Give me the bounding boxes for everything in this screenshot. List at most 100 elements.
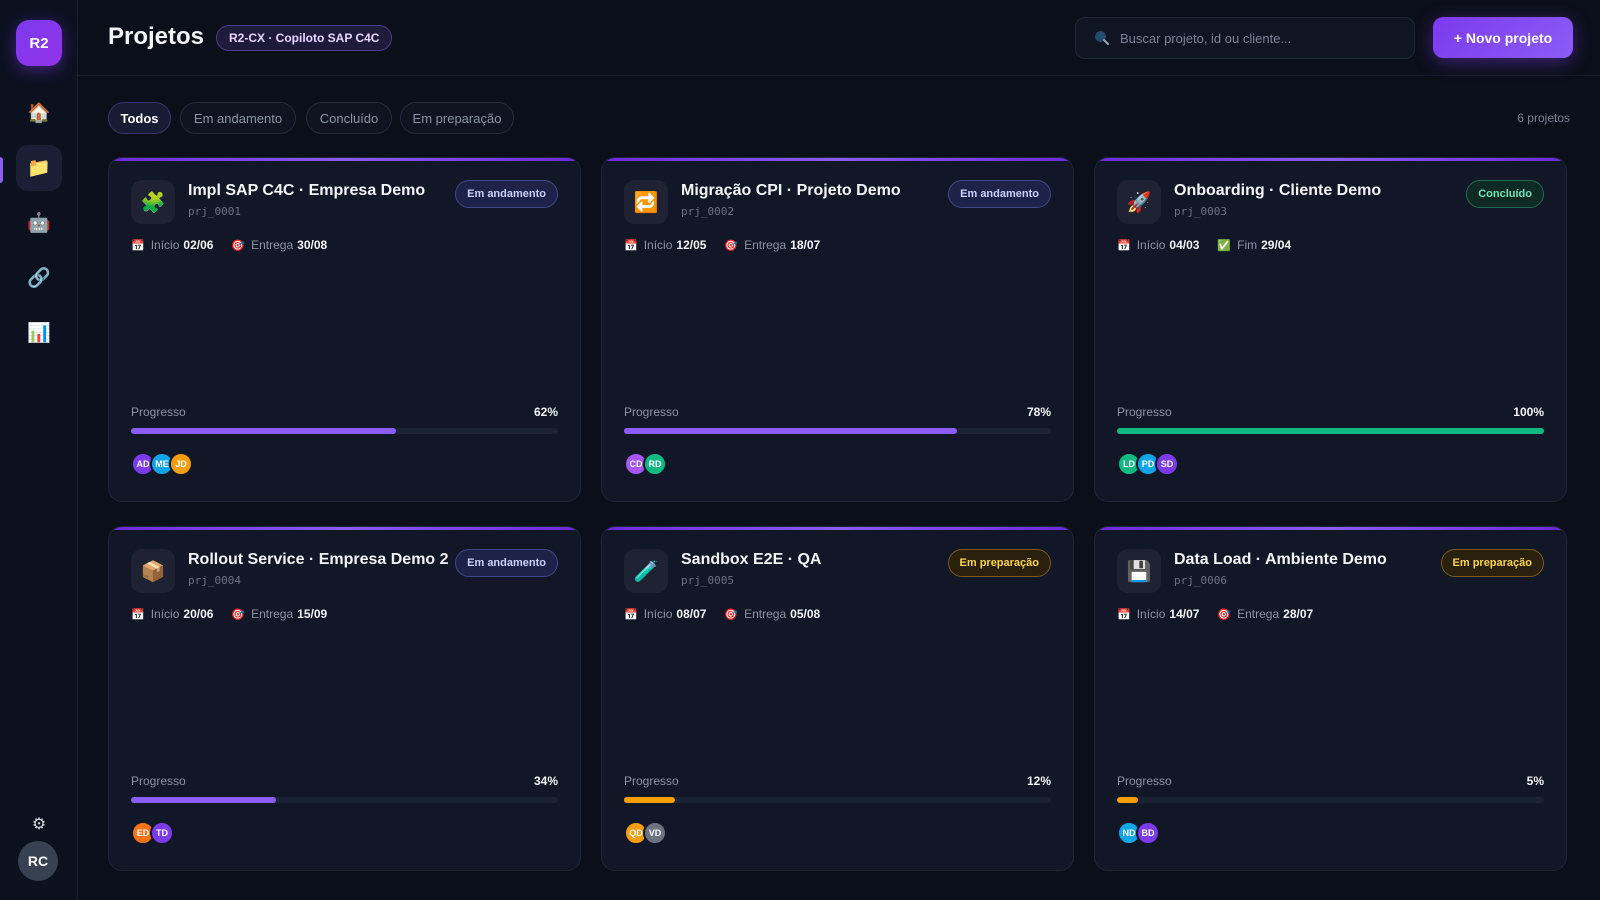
project-title[interactable]: Data Load · Ambiente Demo (1174, 551, 1387, 569)
sidebar-item-link[interactable]: 🔗 (16, 255, 62, 301)
calendar-icon: 📅 (624, 239, 638, 252)
end-label: Entrega (744, 607, 787, 621)
calendar-icon: 📅 (131, 239, 145, 252)
project-dates: 📅 Início 14/07 🎯 Entrega 28/07 (1117, 607, 1331, 621)
member-avatar[interactable]: JD (169, 452, 193, 476)
project-card[interactable]: 🧪 Sandbox E2E · QA prj_0005 Em preparaçã… (601, 526, 1074, 871)
member-avatars: AD ME JD (131, 452, 193, 476)
progress-label: Progresso (131, 774, 186, 788)
sidebar-item-folder[interactable]: 📁 (16, 145, 62, 191)
calendar-icon: 📅 (1117, 608, 1131, 621)
search-box[interactable] (1075, 17, 1415, 59)
member-avatar[interactable]: RD (643, 452, 667, 476)
project-count: 6 projetos (1517, 111, 1570, 125)
app-logo[interactable]: R2 (16, 20, 62, 66)
search-input[interactable] (1120, 18, 1400, 58)
test-tube-icon: 🧪 (624, 549, 668, 593)
status-badge: Concluído (1466, 180, 1544, 208)
progress-fill (1117, 428, 1544, 434)
context-badge[interactable]: R2-CX · Copiloto SAP C4C (216, 25, 393, 51)
project-id: prj_0004 (188, 574, 241, 587)
progress-fill (131, 428, 396, 434)
start-label: Início (643, 607, 673, 621)
status-badge: Em andamento (455, 549, 558, 577)
progress-bar (624, 428, 1051, 434)
project-dates: 📅 Início 02/06 🎯 Entrega 30/08 (131, 238, 345, 252)
project-title[interactable]: Migração CPI · Projeto Demo (681, 182, 901, 200)
progress-value: 5% (1526, 774, 1544, 788)
start-date: 14/07 (1169, 607, 1200, 621)
nav-active-indicator (0, 157, 3, 183)
settings-icon[interactable]: ⚙ (29, 814, 49, 834)
progress-bar (131, 797, 558, 803)
new-project-button[interactable]: + Novo projeto (1433, 17, 1573, 58)
progress-value: 78% (1026, 405, 1051, 419)
status-badge: Em andamento (948, 180, 1051, 208)
member-avatar[interactable]: VD (643, 821, 667, 845)
member-avatar[interactable]: SD (1155, 452, 1179, 476)
project-card[interactable]: 🧩 Impl SAP C4C · Empresa Demo prj_0001 E… (108, 157, 581, 502)
progress-fill (1117, 797, 1139, 803)
calendar-icon: 📅 (624, 608, 638, 621)
end-date: 05/08 (790, 607, 821, 621)
progress-value: 100% (1513, 405, 1544, 419)
progress-fill (131, 797, 277, 803)
home-icon: 🏠 (27, 103, 51, 124)
member-avatar[interactable]: TD (150, 821, 174, 845)
project-title[interactable]: Rollout Service · Empresa Demo 2 (188, 551, 449, 569)
filter-concluido[interactable]: Concluído (306, 102, 392, 134)
filter-em-andamento[interactable]: Em andamento (180, 102, 296, 134)
start-date: 12/05 (676, 238, 707, 252)
member-avatar[interactable]: BD (1136, 821, 1160, 845)
chart-icon: 📊 (27, 323, 51, 344)
check-icon: ✅ (1217, 239, 1232, 252)
progress-fill (624, 797, 676, 803)
project-title[interactable]: Sandbox E2E · QA (681, 551, 821, 569)
start-label: Início (1136, 238, 1166, 252)
sidebar-item-robot[interactable]: 🤖 (16, 200, 62, 246)
progress-bar (1117, 797, 1544, 803)
progress-fill (624, 428, 958, 434)
package-icon: 📦 (131, 549, 175, 593)
project-card[interactable]: 💾 Data Load · Ambiente Demo prj_0006 Em … (1094, 526, 1567, 871)
page-title: Projetos (108, 23, 205, 50)
folder-icon: 📁 (27, 158, 51, 179)
end-label: Fim (1237, 238, 1258, 252)
project-title[interactable]: Onboarding · Cliente Demo (1174, 182, 1381, 200)
end-date: 29/04 (1261, 238, 1292, 252)
sidebar-item-chart[interactable]: 📊 (16, 310, 62, 356)
filter-em-preparacao[interactable]: Em preparação (400, 102, 514, 134)
target-icon: 🎯 (231, 239, 246, 252)
project-card[interactable]: 🚀 Onboarding · Cliente Demo prj_0003 Con… (1094, 157, 1567, 502)
progress-bar (624, 797, 1051, 803)
sidebar-item-home[interactable]: 🏠 (16, 90, 62, 136)
progress-value: 62% (533, 405, 558, 419)
project-card[interactable]: 📦 Rollout Service · Empresa Demo 2 prj_0… (108, 526, 581, 871)
project-id: prj_0002 (681, 205, 734, 218)
project-id: prj_0006 (1174, 574, 1227, 587)
project-title[interactable]: Impl SAP C4C · Empresa Demo (188, 182, 425, 200)
sidebar: R2 🏠 📁 🤖 🔗 📊 ⚙ RC (0, 0, 78, 900)
target-icon: 🎯 (724, 239, 739, 252)
end-label: Entrega (744, 238, 787, 252)
progress-bar (1117, 428, 1544, 434)
member-avatars: LD PD SD (1117, 452, 1179, 476)
project-dates: 📅 Início 04/03 ✅ Fim 29/04 (1117, 238, 1309, 252)
calendar-icon: 📅 (1117, 239, 1131, 252)
rocket-icon: 🚀 (1117, 180, 1161, 224)
start-label: Início (150, 607, 180, 621)
progress-label: Progresso (131, 405, 186, 419)
progress-value: 34% (533, 774, 558, 788)
end-date: 28/07 (1283, 607, 1314, 621)
filter-todos[interactable]: Todos (108, 102, 171, 134)
project-card[interactable]: 🔁 Migração CPI · Projeto Demo prj_0002 E… (601, 157, 1074, 502)
end-label: Entrega (251, 607, 294, 621)
progress-bar (131, 428, 558, 434)
header: Projetos R2-CX · Copiloto SAP C4C + Novo… (78, 0, 1600, 76)
end-label: Entrega (251, 238, 294, 252)
project-dates: 📅 Início 12/05 🎯 Entrega 18/07 (624, 238, 838, 252)
end-label: Entrega (1237, 607, 1280, 621)
progress-label: Progresso (1117, 405, 1172, 419)
target-icon: 🎯 (724, 608, 739, 621)
user-avatar[interactable]: RC (18, 841, 58, 881)
